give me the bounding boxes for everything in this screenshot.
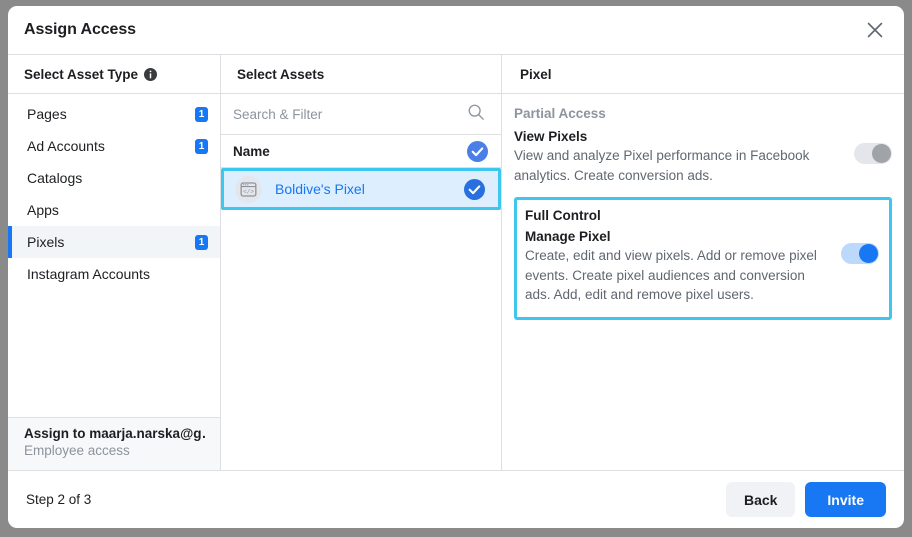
assets-header: Select Assets xyxy=(221,55,501,94)
info-icon[interactable] xyxy=(144,67,158,81)
permission-row-manage-pixel: Manage Pixel Create, edit and view pixel… xyxy=(525,229,879,305)
assets-name-header-row: Name xyxy=(221,135,501,168)
toggle-view-pixels[interactable] xyxy=(854,143,892,164)
count-badge: 1 xyxy=(195,138,208,154)
svg-text:</>: </> xyxy=(243,188,254,195)
dialog-title: Assign Access xyxy=(24,21,136,38)
pixel-code-icon: </> xyxy=(235,175,262,203)
permissions-header-label: Pixel xyxy=(520,66,552,82)
permission-name: View Pixels xyxy=(514,129,588,144)
permissions-header: Pixel xyxy=(502,55,904,94)
permission-texts: View Pixels View and analyze Pixel perfo… xyxy=(514,129,854,185)
asset-type-list: Pages 1 Ad Accounts 1 Catalogs Apps Pixe… xyxy=(8,94,220,417)
assign-to-subtitle: Employee access xyxy=(24,443,130,458)
invite-button[interactable]: Invite xyxy=(805,482,886,517)
sidebar-item-label: Apps xyxy=(27,202,59,218)
permission-group-partial-access: Partial Access View Pixels View and anal… xyxy=(514,106,892,191)
search-row[interactable] xyxy=(221,94,501,135)
asset-type-header-label: Select Asset Type xyxy=(24,66,139,82)
assets-header-label: Select Assets xyxy=(237,66,325,82)
sidebar-item-apps[interactable]: Apps xyxy=(8,194,220,226)
search-input[interactable] xyxy=(233,106,467,122)
sidebar-item-label: Ad Accounts xyxy=(27,138,105,154)
step-indicator: Step 2 of 3 xyxy=(26,492,92,507)
sidebar-item-catalogs[interactable]: Catalogs xyxy=(8,162,220,194)
sidebar-item-ad-accounts[interactable]: Ad Accounts 1 xyxy=(8,130,220,162)
sidebar-item-pixels[interactable]: Pixels 1 xyxy=(8,226,220,258)
permissions-column: Pixel Partial Access View Pixels View an… xyxy=(502,55,904,470)
sidebar-item-label: Catalogs xyxy=(27,170,83,186)
dialog-header: Assign Access xyxy=(8,6,904,54)
permission-name: Manage Pixel xyxy=(525,229,611,245)
count-badge: 1 xyxy=(195,106,208,122)
sidebar-item-label: Pages xyxy=(27,106,67,122)
sidebar-item-instagram-accounts[interactable]: Instagram Accounts xyxy=(8,258,220,290)
select-all-checkbox[interactable] xyxy=(467,140,488,162)
permission-group-title: Full Control xyxy=(525,208,601,224)
permission-description: Create, edit and view pixels. Add or rem… xyxy=(525,248,817,303)
permission-row-view-pixels: View Pixels View and analyze Pixel perfo… xyxy=(514,129,892,185)
permission-group-title: Partial Access xyxy=(514,106,606,121)
close-icon[interactable] xyxy=(862,17,888,43)
search-icon[interactable] xyxy=(467,103,485,126)
toggle-knob xyxy=(859,244,878,264)
asset-row-checkbox[interactable] xyxy=(464,178,485,200)
asset-type-header: Select Asset Type xyxy=(8,55,220,94)
dialog-body: Select Asset Type Pages 1 Ad Accounts 1 xyxy=(8,54,904,470)
asset-row-boldives-pixel[interactable]: </> Boldive's Pixel xyxy=(221,168,501,210)
assets-row-list: </> Boldive's Pixel xyxy=(221,168,501,470)
assign-to-section: Assign to maarja.narska@g… Employee acce… xyxy=(8,417,220,470)
count-badge: 1 xyxy=(195,234,208,250)
permission-description: View and analyze Pixel performance in Fa… xyxy=(514,148,810,183)
assign-to-title: Assign to maarja.narska@g… xyxy=(24,426,206,441)
assets-name-header-label: Name xyxy=(233,143,270,159)
permissions-body: Partial Access View Pixels View and anal… xyxy=(502,94,904,470)
permission-texts: Manage Pixel Create, edit and view pixel… xyxy=(525,229,841,305)
dialog-footer: Step 2 of 3 Back Invite xyxy=(8,470,904,528)
asset-type-column: Select Asset Type Pages 1 Ad Accounts 1 xyxy=(8,55,221,470)
toggle-knob xyxy=(872,144,891,163)
toggle-manage-pixel[interactable] xyxy=(841,243,879,265)
asset-row-label: Boldive's Pixel xyxy=(275,181,365,197)
assets-column: Select Assets Name xyxy=(221,55,502,470)
sidebar-item-label: Pixels xyxy=(27,234,65,250)
assign-access-dialog: Assign Access Select Asset Type Pages 1 … xyxy=(8,6,904,528)
sidebar-item-pages[interactable]: Pages 1 xyxy=(8,98,220,130)
sidebar-item-label: Instagram Accounts xyxy=(27,266,150,282)
permission-group-full-control: Full Control Manage Pixel Create, edit a… xyxy=(514,197,892,320)
back-button[interactable]: Back xyxy=(725,482,796,517)
